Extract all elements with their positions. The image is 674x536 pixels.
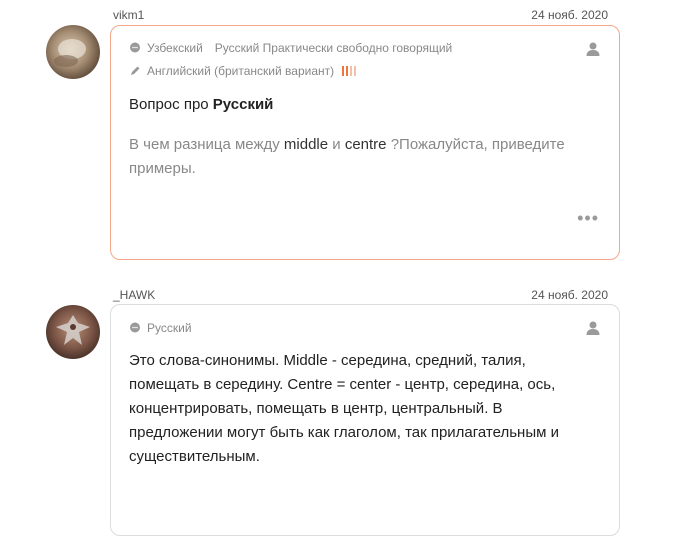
answer-card[interactable]: Русский Это слова-синонимы. Middle - сер… — [110, 304, 620, 536]
avatar[interactable] — [46, 25, 100, 79]
post-date: 24 нояб. 2020 — [531, 288, 608, 302]
user-icon[interactable] — [585, 320, 601, 336]
answer-text: Это слова-синонимы. Middle - середина, с… — [129, 352, 559, 465]
speech-bubble-icon — [130, 42, 140, 53]
avatar[interactable] — [46, 305, 100, 359]
pencil-icon — [131, 66, 140, 75]
native-language: Узбекский — [147, 41, 203, 55]
term-middle: middle — [283, 136, 329, 153]
post-date: 24 нояб. 2020 — [531, 8, 608, 22]
question-title: Вопрос про Русский — [129, 96, 274, 113]
user-icon[interactable] — [585, 41, 601, 57]
speech-bubble-icon — [130, 322, 140, 333]
native-language: Русский — [147, 321, 192, 335]
study-languages: Русский Практически свободно говорящий — [214, 41, 453, 55]
author-name[interactable]: vikm1 — [113, 8, 144, 22]
native-language-line: Русский — [129, 321, 192, 335]
question-language[interactable]: Русский — [213, 96, 274, 113]
question-text: В чем разница между middle и centre ?Пож… — [129, 136, 565, 177]
question-card[interactable]: Узбекский Русский Практически свободно г… — [110, 25, 620, 260]
learning-language-line: Английский (британский вариант) — [129, 64, 357, 78]
level-bars — [342, 66, 357, 76]
native-language-line: Узбекский Русский Практически свободно г… — [129, 41, 452, 55]
learning-language: Английский (британский вариант) — [147, 64, 335, 78]
term-centre: centre — [344, 136, 387, 153]
more-dots-icon[interactable]: ••• — [577, 208, 599, 229]
author-name[interactable]: _HAWK — [113, 288, 155, 302]
